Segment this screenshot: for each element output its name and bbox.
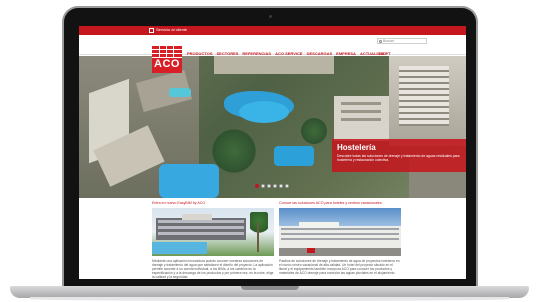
logo-text: ACO — [154, 58, 180, 70]
news-title[interactable]: Entra en nuevo EasyBIM by ACO — [152, 201, 274, 206]
browser-screen: Servicio al cliente Buscar PRODUCTOS SEC… — [79, 26, 466, 279]
laptop-shadow — [30, 297, 509, 301]
news-title[interactable]: Conoce las soluciones ACO para hoteles y… — [279, 201, 401, 206]
slider-dots — [255, 184, 289, 188]
hero-slider[interactable]: Hostelería Descubre todas las soluciones… — [79, 56, 466, 198]
news-card[interactable]: Entra en nuevo EasyBIM by ACO Mediante u… — [152, 201, 274, 279]
laptop-mockup: Servicio al cliente Buscar PRODUCTOS SEC… — [0, 0, 539, 302]
news-text: Mediante una aplicación innovadora podrá… — [152, 259, 274, 279]
slider-dot[interactable] — [273, 184, 277, 188]
site-header: Buscar PRODUCTOS SECTORES REFERENCIAS AC… — [79, 35, 466, 56]
contact-link[interactable]: Servicio al cliente — [156, 27, 187, 32]
laptop-notch — [241, 286, 299, 290]
search-placeholder: Buscar — [383, 39, 394, 43]
news-section: Entra en nuevo EasyBIM by ACO Mediante u… — [79, 198, 466, 279]
hero-title[interactable]: Hostelería — [337, 143, 376, 152]
news-image[interactable] — [152, 208, 274, 256]
news-card[interactable]: Conoce las soluciones ACO para hoteles y… — [279, 201, 401, 279]
slider-dot[interactable] — [279, 184, 283, 188]
hero-caption: Hostelería Descubre todas las soluciones… — [332, 139, 466, 172]
news-image[interactable] — [279, 208, 401, 256]
search-input[interactable]: Buscar — [377, 38, 427, 44]
hero-text: Descubre todas las soluciones de drenaje… — [337, 154, 460, 162]
news-text: Pasillos de soluciones de drenaje y trat… — [279, 259, 400, 276]
search-icon — [379, 39, 382, 43]
camera-icon — [269, 15, 272, 18]
slider-dot[interactable] — [255, 184, 259, 188]
slider-dot[interactable] — [285, 184, 289, 188]
contact-icon[interactable] — [149, 28, 154, 33]
aco-logo[interactable]: ACO — [152, 46, 182, 73]
top-bar: Servicio al cliente — [79, 26, 466, 35]
slider-dot[interactable] — [267, 184, 271, 188]
slider-dot[interactable] — [261, 184, 265, 188]
